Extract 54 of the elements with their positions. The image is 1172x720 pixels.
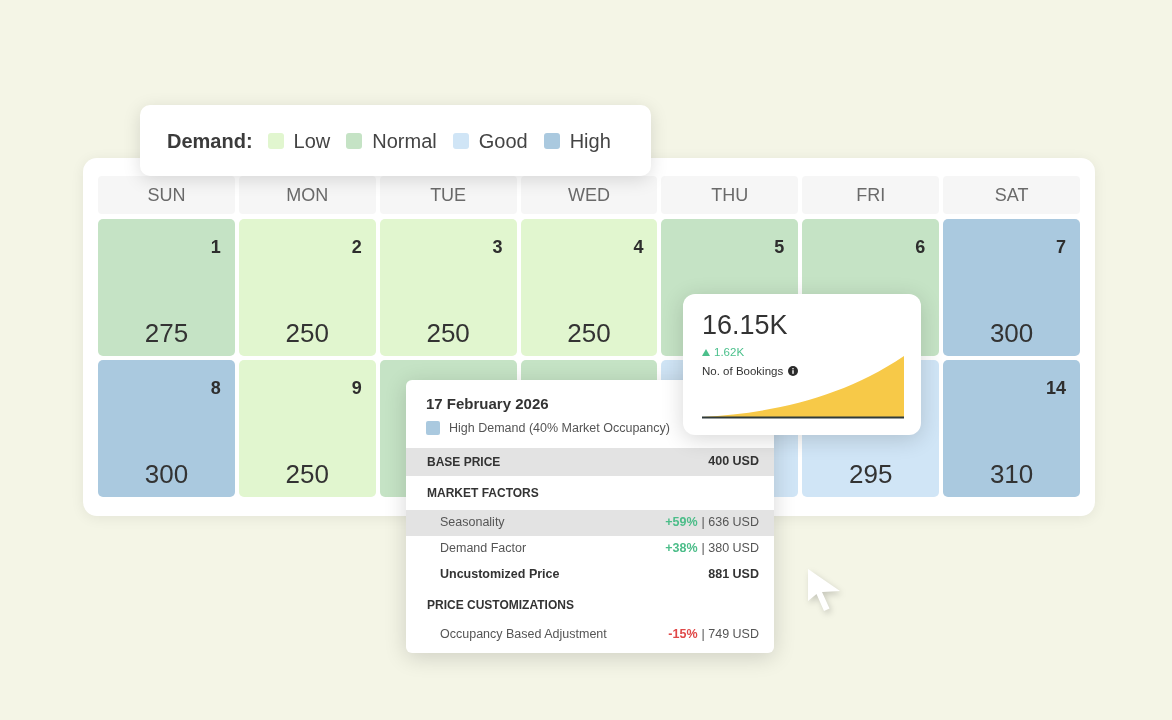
legend-label: Good [478, 128, 528, 154]
day-number: 9 [351, 378, 362, 400]
weekday-header: SAT [943, 176, 1080, 214]
price-amount: 400 USD [708, 453, 759, 471]
change-percent: +38% [665, 540, 698, 558]
price-text: 250 [285, 459, 329, 489]
price-text: 300 [144, 459, 189, 489]
bookings-label: No. of Bookings [702, 364, 784, 378]
weekday-header: TUE [379, 176, 517, 214]
weekday-header: WED [520, 176, 658, 214]
price-text: 300 [989, 318, 1034, 348]
day-number: 2 [351, 237, 362, 259]
day-number: 3 [492, 237, 503, 259]
factor-label: Seasonality [440, 514, 505, 532]
change-percent: +59% [665, 514, 698, 532]
change-percent: -15% [668, 626, 698, 644]
factor-label: Occupancy Based Adjustment [440, 626, 607, 644]
day-number: 1 [210, 237, 221, 259]
price-amount: 881 USD [708, 566, 759, 584]
up-triangle-icon [702, 348, 710, 356]
demand-label: High Demand (40% Market Occupancy) [449, 420, 670, 437]
price-text: 295 [849, 459, 893, 489]
day-number: 14 [1045, 378, 1066, 400]
legend-title: Demand: [167, 128, 253, 154]
section-heading: MARKET FACTORS [427, 484, 539, 502]
day-number: 7 [1056, 237, 1066, 259]
subtotal-label: Uncustomized Price [440, 566, 560, 584]
day-number: 6 [915, 237, 926, 259]
price-text: 275 [144, 318, 189, 348]
legend-label: Low [293, 128, 331, 154]
price-amount: | 636 USD [701, 514, 759, 532]
price-amount: | 380 USD [701, 540, 759, 558]
legend-label: Normal [372, 128, 437, 154]
popup-date: 17 February 2026 [426, 394, 550, 414]
info-icon [788, 366, 799, 376]
day-number: 4 [633, 237, 644, 259]
bookings-value: 16.15K [702, 309, 789, 341]
weekday-header: THU [661, 176, 799, 214]
price-text: 250 [285, 318, 329, 348]
cursor-icon [807, 568, 841, 613]
factor-label: Demand Factor [440, 540, 527, 558]
price-amount: | 749 USD [701, 626, 759, 644]
section-heading: PRICE CUSTOMIZATIONS [427, 596, 574, 614]
price-text: 310 [989, 459, 1034, 489]
price-text: 250 [426, 318, 470, 348]
day-number: 8 [210, 378, 221, 400]
section-heading: BASE PRICE [427, 453, 501, 471]
price-text: 250 [567, 318, 611, 348]
change-value: 1.62K [714, 345, 745, 359]
weekday-header: MON [238, 176, 376, 214]
legend-label: High [569, 128, 611, 154]
weekday-header: FRI [802, 176, 940, 214]
weekday-header: SUN [98, 176, 235, 214]
day-number: 5 [774, 237, 785, 259]
